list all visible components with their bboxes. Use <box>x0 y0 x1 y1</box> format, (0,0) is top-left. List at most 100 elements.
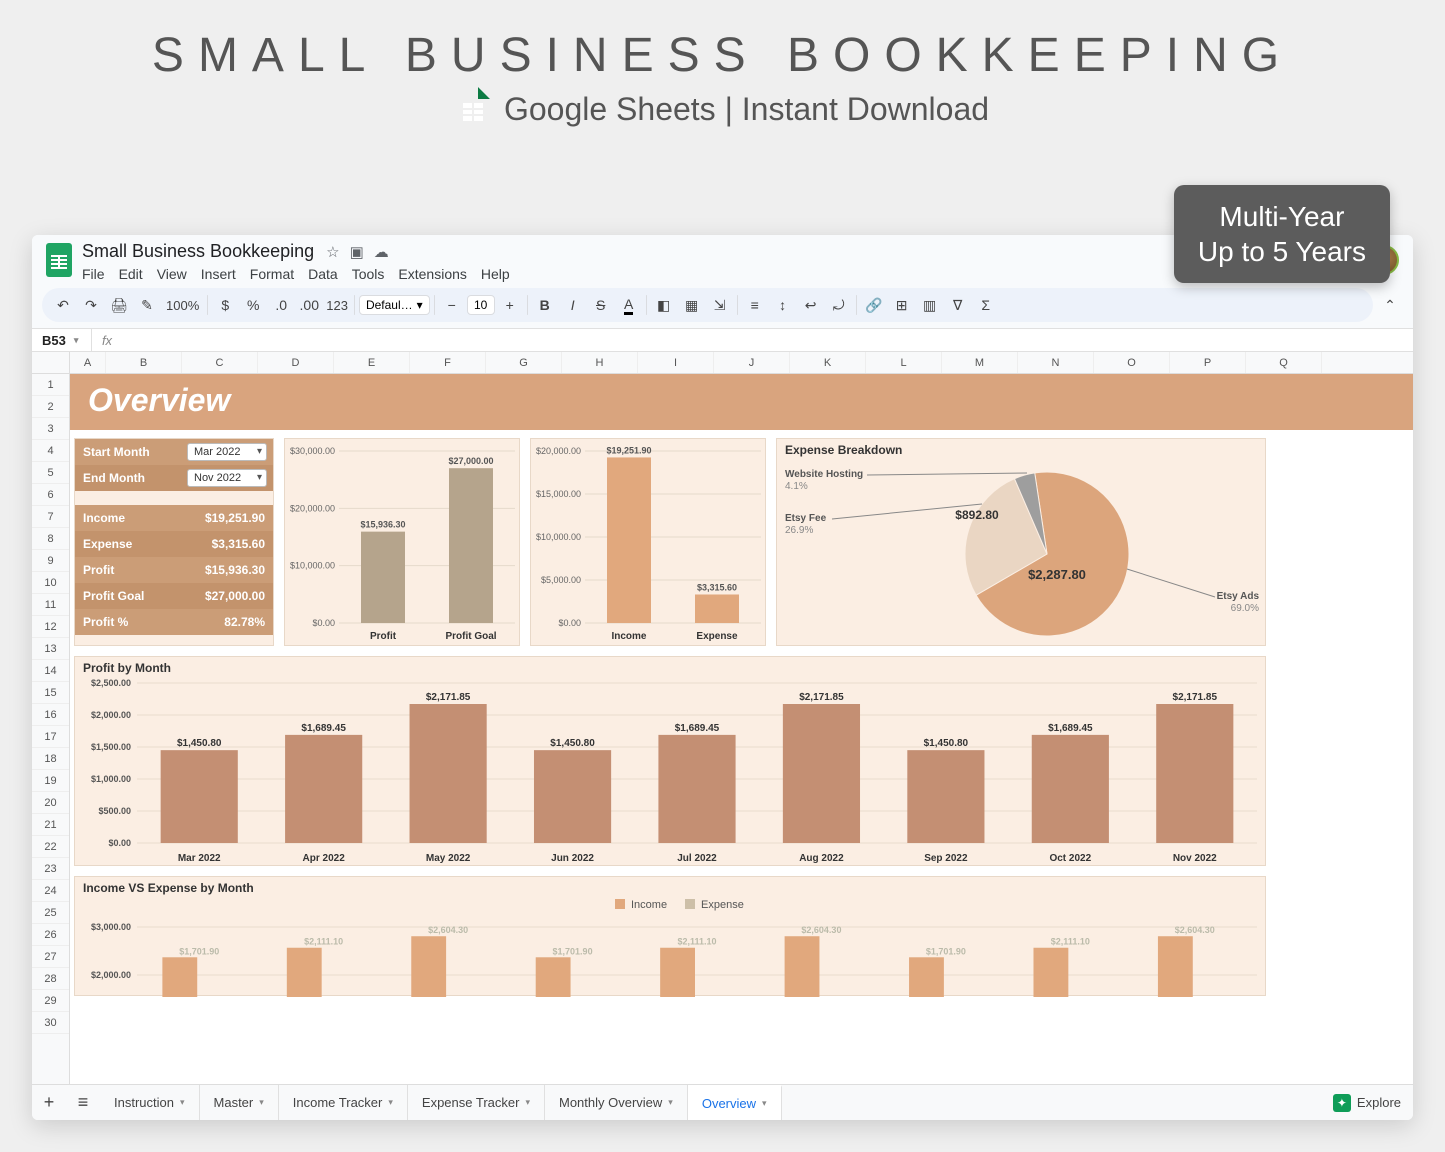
svg-text:$2,111.10: $2,111.10 <box>304 937 343 947</box>
svg-text:$20,000.00: $20,000.00 <box>290 503 335 513</box>
print-icon[interactable]: 🖨 <box>106 292 132 318</box>
menu-extensions[interactable]: Extensions <box>398 266 466 282</box>
comment-icon[interactable]: ⊞ <box>889 292 915 318</box>
kpi-label: Income <box>75 511 205 525</box>
star-icon[interactable]: ☆ <box>326 243 339 261</box>
strike-icon[interactable]: S <box>588 292 614 318</box>
font-size-dec-icon[interactable]: − <box>439 292 465 318</box>
end-month-select[interactable]: Nov 2022 <box>187 469 267 487</box>
menu-format[interactable]: Format <box>250 266 294 282</box>
filter-icon[interactable]: ∇ <box>945 292 971 318</box>
tab-master[interactable]: Master▾ <box>200 1085 279 1121</box>
dec-decrease-icon[interactable]: .0 <box>268 292 294 318</box>
halign-icon[interactable]: ≡ <box>742 292 768 318</box>
promo-subtitle-text: Google Sheets | Instant Download <box>504 91 989 128</box>
svg-text:$2,287.80: $2,287.80 <box>1028 567 1086 582</box>
expense-breakdown-chart: Expense Breakdown $2,287.80$892.80Websit… <box>776 438 1266 646</box>
bold-icon[interactable]: B <box>532 292 558 318</box>
paint-format-icon[interactable]: ✎ <box>134 292 160 318</box>
promo-badge: Multi-Year Up to 5 Years <box>1174 185 1390 283</box>
svg-text:$2,171.85: $2,171.85 <box>799 692 844 703</box>
svg-text:Apr 2022: Apr 2022 <box>303 853 346 864</box>
svg-text:$1,701.90: $1,701.90 <box>179 946 219 956</box>
spreadsheet-grid[interactable]: A B C D E F G H I J K L M N O P Q 123456… <box>32 352 1413 1084</box>
name-box[interactable]: B53▾ <box>32 329 92 351</box>
svg-text:$2,111.10: $2,111.10 <box>1051 937 1090 947</box>
tab-instruction[interactable]: Instruction▾ <box>100 1085 200 1121</box>
svg-text:$1,689.45: $1,689.45 <box>675 723 720 734</box>
svg-text:$2,604.30: $2,604.30 <box>801 925 841 935</box>
kpi-value: $3,315.60 <box>212 537 273 551</box>
kpi-value: 82.78% <box>224 615 273 629</box>
svg-text:$2,604.30: $2,604.30 <box>1175 925 1215 935</box>
income-vs-expense-month-chart: Income VS Expense by Month IncomeExpense… <box>74 876 1266 996</box>
undo-icon[interactable]: ↶ <box>50 292 76 318</box>
menu-view[interactable]: View <box>157 266 187 282</box>
svg-text:$0.00: $0.00 <box>108 838 131 848</box>
menu-file[interactable]: File <box>82 266 105 282</box>
toolbar: ↶ ↷ 🖨 ✎ 100% $ % .0 .00 123 Defaul…▾ − 1… <box>32 284 1413 328</box>
wrap-icon[interactable]: ↩ <box>798 292 824 318</box>
overview-header: Overview <box>70 374 1413 430</box>
italic-icon[interactable]: I <box>560 292 586 318</box>
explore-icon: ✦ <box>1333 1094 1351 1112</box>
text-color-icon[interactable]: A <box>616 292 642 318</box>
tab-monthly-overview[interactable]: Monthly Overview▾ <box>545 1085 688 1121</box>
redo-icon[interactable]: ↷ <box>78 292 104 318</box>
font-size-input[interactable]: 10 <box>467 295 495 315</box>
menu-data[interactable]: Data <box>308 266 338 282</box>
doc-title[interactable]: Small Business Bookkeeping <box>82 241 314 262</box>
chart-icon[interactable]: ▥ <box>917 292 943 318</box>
dec-increase-icon[interactable]: .00 <box>296 292 322 318</box>
svg-text:$2,171.85: $2,171.85 <box>1173 692 1218 703</box>
start-month-select[interactable]: Mar 2022 <box>187 443 267 461</box>
explore-button[interactable]: ✦ Explore <box>1333 1094 1401 1112</box>
svg-text:26.9%: 26.9% <box>785 525 813 536</box>
sheets-doc-icon[interactable] <box>46 243 72 277</box>
link-icon[interactable]: 🔗 <box>861 292 887 318</box>
svg-text:$500.00: $500.00 <box>98 806 131 816</box>
column-headers: A B C D E F G H I J K L M N O P Q <box>32 352 1413 374</box>
zoom-select[interactable]: 100% <box>162 298 203 313</box>
svg-text:Profit: Profit <box>370 631 397 642</box>
svg-text:$1,000.00: $1,000.00 <box>91 774 131 784</box>
add-sheet-button[interactable]: + <box>32 1092 66 1113</box>
svg-text:$892.80: $892.80 <box>955 508 999 522</box>
menu-insert[interactable]: Insert <box>201 266 236 282</box>
tab-overview[interactable]: Overview▾ <box>688 1085 782 1121</box>
sheets-icon <box>456 87 490 131</box>
svg-text:Jul 2022: Jul 2022 <box>677 853 717 864</box>
menu-edit[interactable]: Edit <box>119 266 143 282</box>
svg-text:$1,701.90: $1,701.90 <box>926 946 966 956</box>
collapse-toolbar-icon[interactable]: ⌃ <box>1377 292 1403 318</box>
currency-icon[interactable]: $ <box>212 292 238 318</box>
format-123[interactable]: 123 <box>324 298 350 313</box>
kpi-label: Expense <box>75 537 212 551</box>
svg-text:$15,000.00: $15,000.00 <box>536 489 581 499</box>
tab-income-tracker[interactable]: Income Tracker▾ <box>279 1085 408 1121</box>
font-size-inc-icon[interactable]: + <box>497 292 523 318</box>
svg-text:$2,500.00: $2,500.00 <box>91 678 131 688</box>
svg-text:$1,500.00: $1,500.00 <box>91 742 131 752</box>
income-vs-expense-chart: $0.00$5,000.00$10,000.00$15,000.00$20,00… <box>530 438 766 646</box>
menu-tools[interactable]: Tools <box>352 266 385 282</box>
svg-text:$1,450.80: $1,450.80 <box>924 738 969 749</box>
merge-icon[interactable]: ⇲ <box>707 292 733 318</box>
valign-icon[interactable]: ↕ <box>770 292 796 318</box>
all-sheets-button[interactable]: ≡ <box>66 1092 100 1113</box>
svg-text:Expense: Expense <box>696 631 738 642</box>
font-family-select[interactable]: Defaul…▾ <box>359 295 430 315</box>
cloud-icon[interactable]: ☁ <box>374 243 389 261</box>
svg-text:$27,000.00: $27,000.00 <box>448 456 493 466</box>
tab-expense-tracker[interactable]: Expense Tracker▾ <box>408 1085 545 1121</box>
percent-icon[interactable]: % <box>240 292 266 318</box>
sheet-tabs-bar: + ≡ Instruction▾Master▾Income Tracker▾Ex… <box>32 1084 1413 1120</box>
borders-icon[interactable]: ▦ <box>679 292 705 318</box>
functions-icon[interactable]: Σ <box>973 292 999 318</box>
move-icon[interactable]: ▣ <box>350 243 364 261</box>
fill-color-icon[interactable]: ◧ <box>651 292 677 318</box>
rotate-icon[interactable]: ⤾ <box>826 292 852 318</box>
menu-help[interactable]: Help <box>481 266 510 282</box>
svg-text:4.1%: 4.1% <box>785 481 808 492</box>
svg-text:May 2022: May 2022 <box>426 853 471 864</box>
